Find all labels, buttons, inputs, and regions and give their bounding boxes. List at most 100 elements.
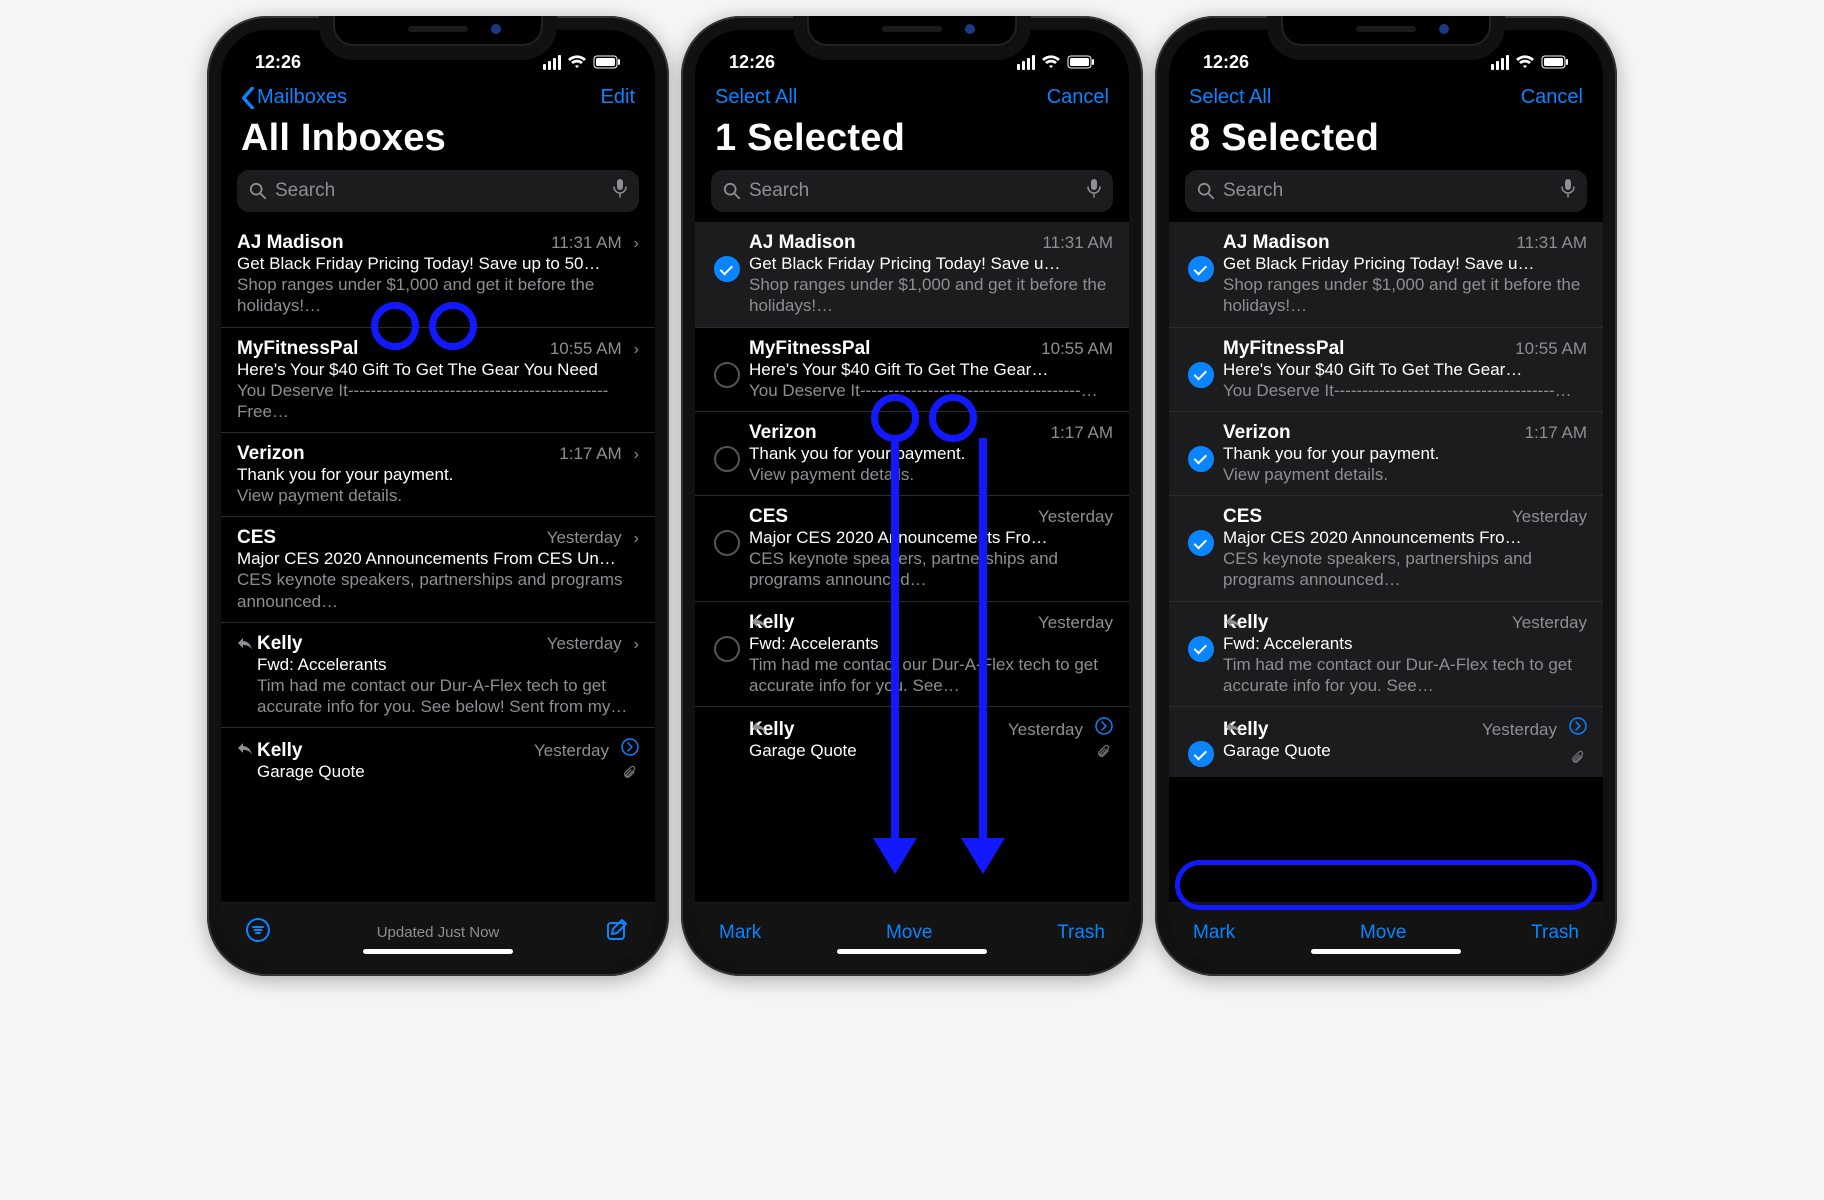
preview: Tim had me contact our Dur-A-Flex tech t… bbox=[1223, 654, 1587, 697]
email-row[interactable]: AJ Madison11:31 AM Get Black Friday Pric… bbox=[1169, 222, 1603, 328]
search-field[interactable]: Search bbox=[711, 170, 1113, 212]
selection-checkbox[interactable] bbox=[714, 256, 740, 282]
status-time: 12:26 bbox=[255, 52, 301, 73]
sender: Verizon bbox=[237, 443, 551, 465]
preview: View payment details. bbox=[1223, 464, 1587, 485]
navigation-bar: Select All Cancel bbox=[1169, 84, 1603, 113]
email-row[interactable]: MyFitnessPal10:55 AM Here's Your $40 Gif… bbox=[1169, 328, 1603, 412]
select-all-button[interactable]: Select All bbox=[715, 86, 797, 109]
email-row[interactable]: Verizon1:17 AM Thank you for your paymen… bbox=[1169, 412, 1603, 496]
cellular-signal-icon bbox=[1489, 55, 1509, 70]
selection-checkbox[interactable] bbox=[714, 530, 740, 556]
selection-checkbox[interactable] bbox=[1188, 636, 1214, 662]
subject: Thank you for your payment. bbox=[1223, 444, 1587, 464]
email-row[interactable]: KellyYesterday Fwd: Accelerants Tim had … bbox=[1169, 602, 1603, 708]
status-time: 12:26 bbox=[1203, 52, 1249, 73]
search-field[interactable]: Search bbox=[1185, 170, 1587, 212]
sender: AJ Madison bbox=[237, 232, 543, 254]
selection-checkbox[interactable] bbox=[714, 362, 740, 388]
back-label: Mailboxes bbox=[257, 86, 347, 109]
dictate-icon[interactable] bbox=[1561, 178, 1575, 204]
subject: Get Black Friday Pricing Today! Save u… bbox=[749, 254, 1113, 274]
dictate-icon[interactable] bbox=[1087, 178, 1101, 204]
mark-button[interactable]: Mark bbox=[1193, 922, 1235, 944]
battery-icon bbox=[593, 55, 621, 69]
time: Yesterday bbox=[547, 634, 622, 654]
sender: AJ Madison bbox=[749, 232, 1034, 254]
preview: You Deserve It--------------------------… bbox=[237, 380, 639, 423]
selection-checkbox[interactable] bbox=[1188, 362, 1214, 388]
time: Yesterday bbox=[1512, 507, 1587, 527]
cellular-signal-icon bbox=[541, 55, 561, 70]
dictate-icon[interactable] bbox=[613, 178, 627, 204]
selection-checkbox[interactable] bbox=[1188, 530, 1214, 556]
move-button[interactable]: Move bbox=[761, 922, 1057, 944]
home-indicator[interactable] bbox=[1311, 949, 1461, 954]
search-field[interactable]: Search bbox=[237, 170, 639, 212]
time: 10:55 AM bbox=[550, 339, 622, 359]
cancel-button[interactable]: Cancel bbox=[1047, 86, 1109, 109]
trash-button[interactable]: Trash bbox=[1057, 922, 1105, 944]
navigation-bar: Select All Cancel bbox=[695, 84, 1129, 113]
cancel-button[interactable]: Cancel bbox=[1521, 86, 1583, 109]
page-title: 8 Selected bbox=[1169, 113, 1603, 170]
chevron-right-icon: › bbox=[630, 530, 639, 548]
search-placeholder: Search bbox=[275, 180, 335, 202]
phone-frame-3: 12:26 Select All Cancel 8 Selected Searc… bbox=[1155, 16, 1617, 976]
battery-icon bbox=[1067, 55, 1095, 69]
email-list[interactable]: AJ Madison11:31 AM Get Black Friday Pric… bbox=[1169, 222, 1603, 902]
cellular-signal-icon bbox=[1015, 55, 1035, 70]
selection-checkbox[interactable] bbox=[1188, 256, 1214, 282]
time: 10:55 AM bbox=[1515, 339, 1587, 359]
sender: CES bbox=[1223, 506, 1504, 528]
selection-checkbox[interactable] bbox=[714, 446, 740, 472]
status-time: 12:26 bbox=[729, 52, 775, 73]
preview: Tim had me contact our Dur-A-Flex tech t… bbox=[257, 675, 639, 718]
subject: Major CES 2020 Announcements Fro… bbox=[1223, 528, 1587, 548]
time: Yesterday bbox=[1482, 720, 1557, 740]
home-indicator[interactable] bbox=[837, 949, 987, 954]
email-row[interactable]: AJ Madison11:31 AM Get Black Friday Pric… bbox=[695, 222, 1129, 328]
trash-button[interactable]: Trash bbox=[1531, 922, 1579, 944]
home-indicator[interactable] bbox=[363, 949, 513, 954]
email-row[interactable]: Kelly Yesterday Garage Quote bbox=[221, 728, 655, 792]
search-icon bbox=[249, 182, 267, 200]
select-all-button[interactable]: Select All bbox=[1189, 86, 1271, 109]
sender: AJ Madison bbox=[1223, 232, 1508, 254]
time: 1:17 AM bbox=[1525, 423, 1587, 443]
email-row[interactable]: KellyYesterday Garage Quote bbox=[1169, 707, 1603, 777]
toolbar-status: Updated Just Now bbox=[271, 924, 605, 941]
reply-icon bbox=[751, 717, 771, 740]
time: Yesterday bbox=[547, 528, 622, 548]
time: 11:31 AM bbox=[1516, 233, 1587, 253]
email-row[interactable]: Verizon 1:17 AM › Thank you for your pay… bbox=[221, 433, 655, 517]
selection-checkbox[interactable] bbox=[1188, 741, 1214, 767]
selection-checkbox[interactable] bbox=[1188, 446, 1214, 472]
wifi-icon bbox=[1515, 55, 1535, 69]
chevron-right-icon: › bbox=[630, 446, 639, 464]
sender: MyFitnessPal bbox=[749, 338, 1033, 360]
subject: Get Black Friday Pricing Today! Save up … bbox=[237, 254, 639, 274]
filter-icon[interactable] bbox=[245, 917, 271, 949]
mark-button[interactable]: Mark bbox=[719, 922, 761, 944]
email-row[interactable]: CES Yesterday › Major CES 2020 Announcem… bbox=[221, 517, 655, 623]
email-row[interactable]: CES Yesterday Major CES 2020 Announcement… bbox=[1169, 496, 1603, 602]
move-button[interactable]: Move bbox=[1235, 922, 1531, 944]
email-row[interactable]: Kelly Yesterday › Fwd: Accelerants Tim h… bbox=[221, 623, 655, 729]
sender: MyFitnessPal bbox=[1223, 338, 1507, 360]
compose-icon[interactable] bbox=[605, 917, 631, 949]
reply-icon bbox=[237, 738, 257, 761]
back-button[interactable]: Mailboxes bbox=[241, 86, 347, 109]
annotation-two-finger-swipe bbox=[871, 394, 1005, 874]
battery-icon bbox=[1541, 55, 1569, 69]
sender: Kelly bbox=[257, 633, 539, 655]
reply-icon bbox=[1225, 717, 1245, 740]
page-title: 1 Selected bbox=[695, 113, 1129, 170]
reply-icon bbox=[751, 612, 771, 635]
edit-button[interactable]: Edit bbox=[601, 86, 635, 109]
subject: Here's Your $40 Gift To Get The Gear… bbox=[749, 360, 1113, 380]
sender: Kelly bbox=[1223, 612, 1504, 634]
time: Yesterday bbox=[1038, 507, 1113, 527]
time: 1:17 AM bbox=[1051, 423, 1113, 443]
selection-checkbox[interactable] bbox=[714, 636, 740, 662]
